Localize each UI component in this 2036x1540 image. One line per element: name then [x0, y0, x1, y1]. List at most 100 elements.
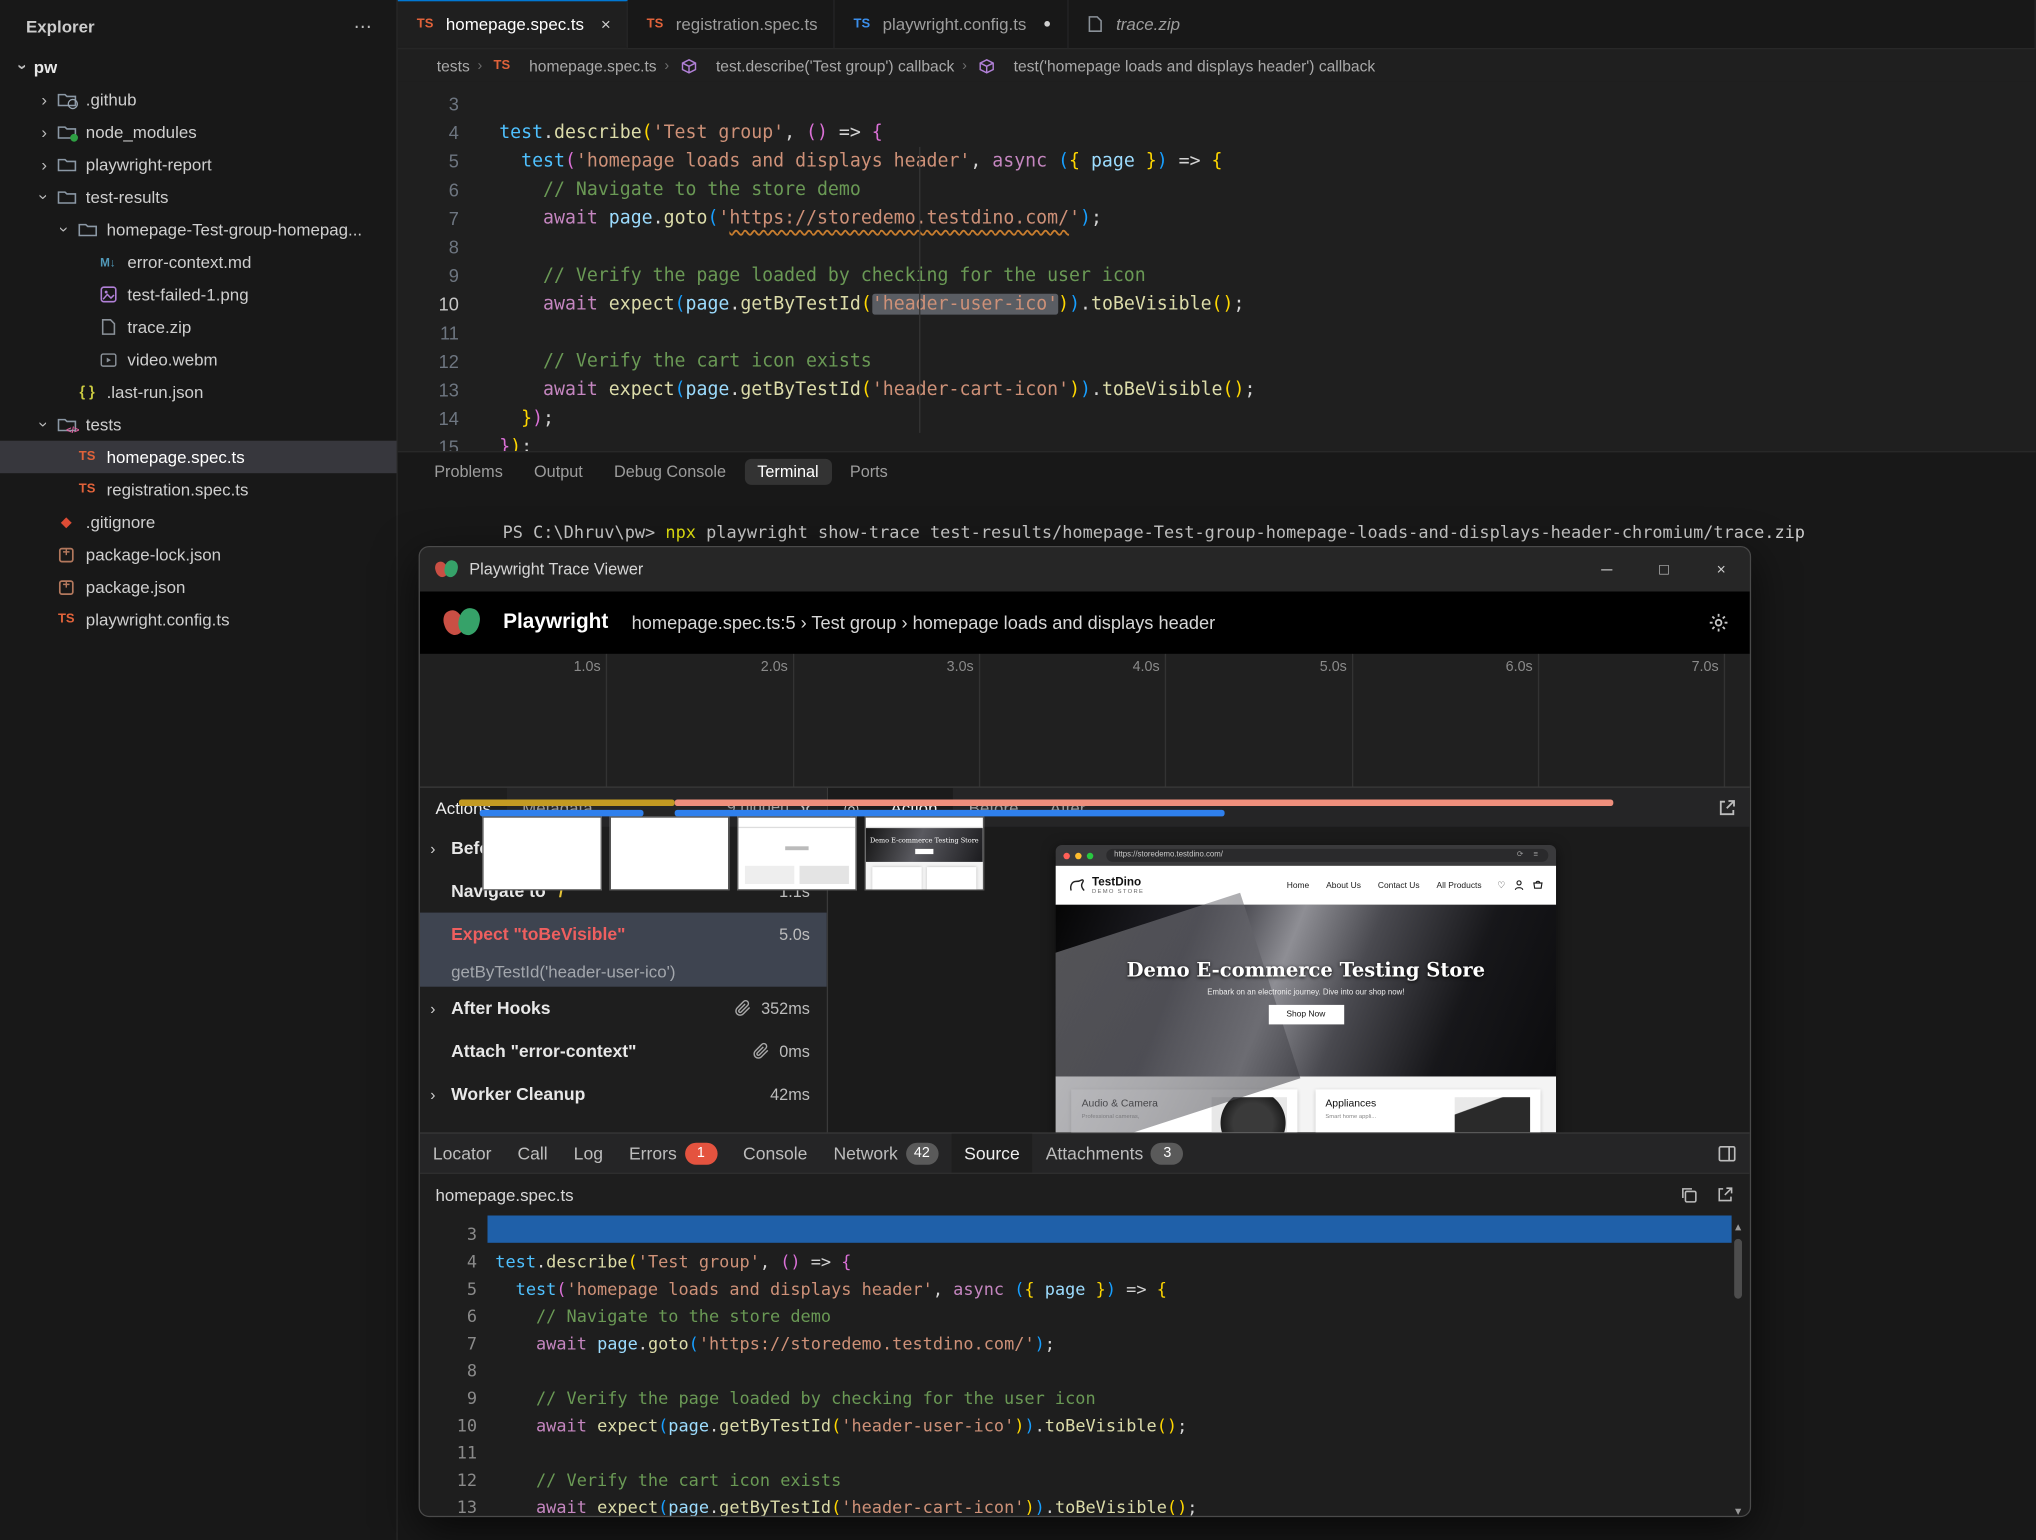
- trace-timeline[interactable]: 1.0s2.0s3.0s4.0s5.0s6.0s7.0sDemo E-comme…: [420, 654, 1750, 788]
- code-text: [477, 1440, 1750, 1467]
- detail-tab-source[interactable]: Source: [951, 1134, 1033, 1173]
- code-text: await expect(page.getByTestId('header-us…: [477, 1413, 1750, 1440]
- chevron-right-icon: ›: [430, 839, 451, 857]
- timeline-thumbnail-1[interactable]: [482, 816, 602, 890]
- tab-label: playwright.config.ts: [883, 14, 1027, 34]
- source-filename: homepage.spec.ts: [435, 1185, 573, 1205]
- tree-item-registration-spec-ts[interactable]: TSregistration.spec.ts: [0, 473, 397, 506]
- tab-homepage-spec-ts[interactable]: TShomepage.spec.ts×: [398, 0, 628, 48]
- tree-item-error-context-md[interactable]: M↓error-context.md: [0, 246, 397, 278]
- code-line-4: 4test.describe('Test group', () => {: [420, 1249, 1750, 1276]
- code-text: // Navigate to the store demo: [459, 176, 861, 205]
- tree-item-tests[interactable]: ›</>tests: [0, 408, 397, 441]
- code-line-10: 10 await expect(page.getByTestId('header…: [420, 1413, 1750, 1440]
- detail-tab-network[interactable]: Network42: [820, 1134, 951, 1173]
- tree-item-package-json[interactable]: package.json: [0, 571, 397, 604]
- breadcrumb-item[interactable]: homepage.spec.ts: [529, 57, 656, 75]
- tree-item--last-run-json[interactable]: { }.last-run.json: [0, 376, 397, 409]
- action-row-4[interactable]: ›After Hooks352ms: [420, 987, 827, 1030]
- action-duration: 352ms: [735, 999, 810, 1017]
- settings-gear-icon[interactable]: [1708, 612, 1729, 633]
- breadcrumb-item[interactable]: test('homepage loads and displays header…: [1014, 57, 1376, 75]
- close-button[interactable]: ×: [1693, 547, 1750, 591]
- timeline-gridline: [606, 654, 607, 787]
- file-icon-pkg: [55, 577, 78, 598]
- panel-tab-output[interactable]: Output: [521, 459, 596, 485]
- panel-layout-toggle-icon[interactable]: [1717, 1143, 1750, 1163]
- tree-item-test-results[interactable]: ›test-results: [0, 181, 397, 214]
- tree-item--gitignore[interactable]: ◆.gitignore: [0, 506, 397, 538]
- minimize-button[interactable]: ─: [1578, 547, 1635, 591]
- playwright-masks-icon: [435, 558, 458, 581]
- chevron-right-icon: ›: [34, 122, 55, 142]
- breadcrumb-item[interactable]: test.describe('Test group') callback: [716, 57, 954, 75]
- source-code-view[interactable]: ▲ ▼ 34test.describe('Test group', () => …: [420, 1216, 1750, 1518]
- tree-item-pw[interactable]: ›pw: [0, 51, 397, 84]
- code-line-11: 11: [398, 319, 2036, 348]
- action-locator-subtitle: getByTestId('header-user-ico'): [420, 955, 827, 986]
- store-hero-title: Demo E-commerce Testing Store: [1127, 957, 1485, 980]
- detail-tab-console[interactable]: Console: [730, 1134, 820, 1173]
- action-row-6[interactable]: ›Worker Cleanup42ms: [420, 1073, 827, 1116]
- timeline-thumbnail-2[interactable]: [610, 816, 730, 890]
- line-number: 9: [398, 261, 459, 290]
- detail-tab-errors[interactable]: Errors1: [616, 1134, 730, 1173]
- tree-item-test-failed-1-png[interactable]: test-failed-1.png: [0, 278, 397, 311]
- open-external-icon[interactable]: [1716, 1186, 1734, 1204]
- tree-item-video-webm[interactable]: video.webm: [0, 343, 397, 376]
- breadcrumb-item[interactable]: tests: [437, 57, 470, 75]
- maximize-button[interactable]: □: [1635, 547, 1692, 591]
- line-number: 6: [420, 1304, 477, 1331]
- snapshot-tab-after[interactable]: After: [1034, 788, 1101, 827]
- code-text: });: [459, 404, 554, 433]
- code-text: await page.goto('https://storedemo.testd…: [477, 1331, 1750, 1358]
- popout-icon[interactable]: [1717, 798, 1750, 818]
- tab-registration-spec-ts[interactable]: TS registration.spec.ts: [628, 0, 835, 48]
- panel-tab-debug-console[interactable]: Debug Console: [601, 459, 739, 485]
- detail-tab-log[interactable]: Log: [561, 1134, 616, 1173]
- code-line-11: 11: [420, 1440, 1750, 1467]
- tree-item--github[interactable]: ›.github: [0, 83, 397, 116]
- tab-trace-zip[interactable]: trace.zip: [1068, 0, 2036, 48]
- code-text: [459, 233, 499, 262]
- tree-item-homepage-test-group-homepag-[interactable]: ›homepage-Test-group-homepag...: [0, 213, 397, 246]
- breadcrumb[interactable]: tests›TShomepage.spec.ts›test.describe('…: [398, 49, 2036, 81]
- file-icon-ts-orange: TS: [643, 14, 666, 35]
- file-icon-md: M↓: [96, 252, 119, 273]
- code-text: test('homepage loads and displays header…: [459, 147, 1223, 176]
- browser-toolbar-icons: ⟳ ≡: [1517, 849, 1548, 862]
- timeline-gridline: [1165, 654, 1166, 787]
- panel-tab-terminal[interactable]: Terminal: [744, 459, 831, 485]
- code-editor[interactable]: 34test.describe('Test group', () => {5 t…: [398, 82, 2036, 460]
- action-row-3[interactable]: Expect "toBeVisible"5.0s: [420, 913, 827, 956]
- trace-window-titlebar[interactable]: Playwright Trace Viewer ─□×: [420, 547, 1750, 591]
- close-icon[interactable]: ×: [601, 14, 611, 34]
- file-icon-ts-orange: TS: [490, 55, 513, 76]
- copy-icon[interactable]: [1680, 1186, 1698, 1204]
- store-logo: TestDino DEMO STORE: [1069, 876, 1145, 894]
- detail-tab-call[interactable]: Call: [504, 1134, 560, 1173]
- code-line-13: 13 await expect(page.getByTestId('header…: [420, 1495, 1750, 1517]
- action-row-5[interactable]: Attach "error-context"0ms: [420, 1030, 827, 1073]
- line-number: 6: [398, 176, 459, 205]
- timeline-tick-label: 7.0s: [1692, 659, 1724, 675]
- tree-item-node-modules[interactable]: ›node_modules: [0, 116, 397, 149]
- terminal-prompt: PS C:\Dhruv\pw>: [503, 524, 666, 544]
- tab-playwright-config-ts[interactable]: TSplaywright.config.ts●: [835, 0, 1068, 48]
- tree-item-trace-zip[interactable]: trace.zip: [0, 311, 397, 344]
- detail-tab-attachments[interactable]: Attachments3: [1033, 1134, 1197, 1173]
- detail-tab-locator[interactable]: Locator: [420, 1134, 505, 1173]
- file-icon-folder-github: [55, 89, 78, 110]
- tree-item-playwright-report[interactable]: ›playwright-report: [0, 148, 397, 181]
- explorer-more-icon[interactable]: ⋯: [354, 16, 374, 38]
- panel-tab-ports[interactable]: Ports: [837, 459, 901, 485]
- tree-item-label: pw: [34, 57, 57, 77]
- tree-item-label: tests: [86, 415, 122, 435]
- tree-item-playwright-config-ts[interactable]: TSplaywright.config.ts: [0, 603, 397, 636]
- trace-header: Playwright homepage.spec.ts:5 › Test gro…: [420, 592, 1750, 654]
- tree-item-package-lock-json[interactable]: package-lock.json: [0, 538, 397, 571]
- tree-item-homepage-spec-ts[interactable]: TShomepage.spec.ts: [0, 441, 397, 474]
- snapshot-url-bar: https://storedemo.testdino.com/ ⟳ ≡: [1106, 849, 1548, 862]
- panel-tab-problems[interactable]: Problems: [421, 459, 516, 485]
- tab-label: registration.spec.ts: [676, 14, 818, 34]
